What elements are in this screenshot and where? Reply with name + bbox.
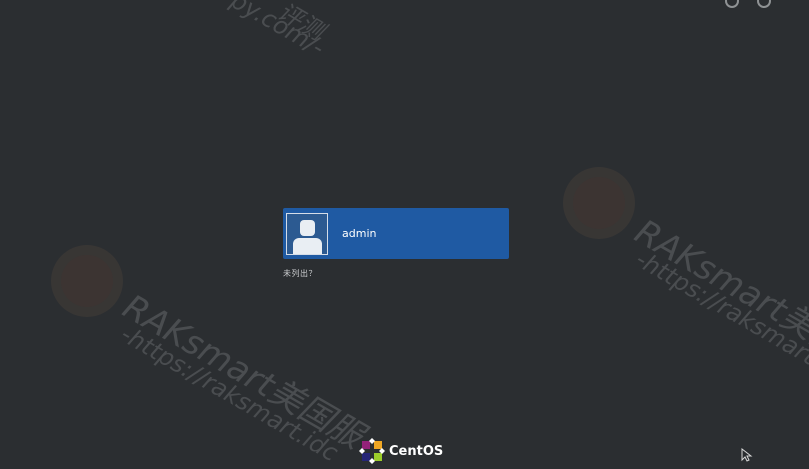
mouse-cursor-icon — [741, 448, 753, 462]
user-name: admin — [342, 227, 377, 240]
watermark-logo-left — [51, 245, 123, 317]
watermark-brand-left: RAKsmart美国服 — [116, 286, 370, 457]
settings-icon[interactable] — [725, 0, 739, 8]
not-listed-link[interactable]: 未列出？ — [283, 268, 317, 279]
power-icon[interactable] — [757, 0, 771, 8]
user-list: admin — [283, 208, 509, 259]
system-status-area[interactable] — [725, 0, 771, 8]
centos-wordmark: CentOS — [389, 443, 444, 459]
centos-branding: CentOS — [359, 438, 443, 464]
centos-logo-icon — [359, 438, 385, 464]
user-avatar-icon — [286, 212, 328, 255]
watermark-logo-right — [563, 167, 635, 239]
user-item-admin[interactable]: admin — [283, 208, 509, 259]
